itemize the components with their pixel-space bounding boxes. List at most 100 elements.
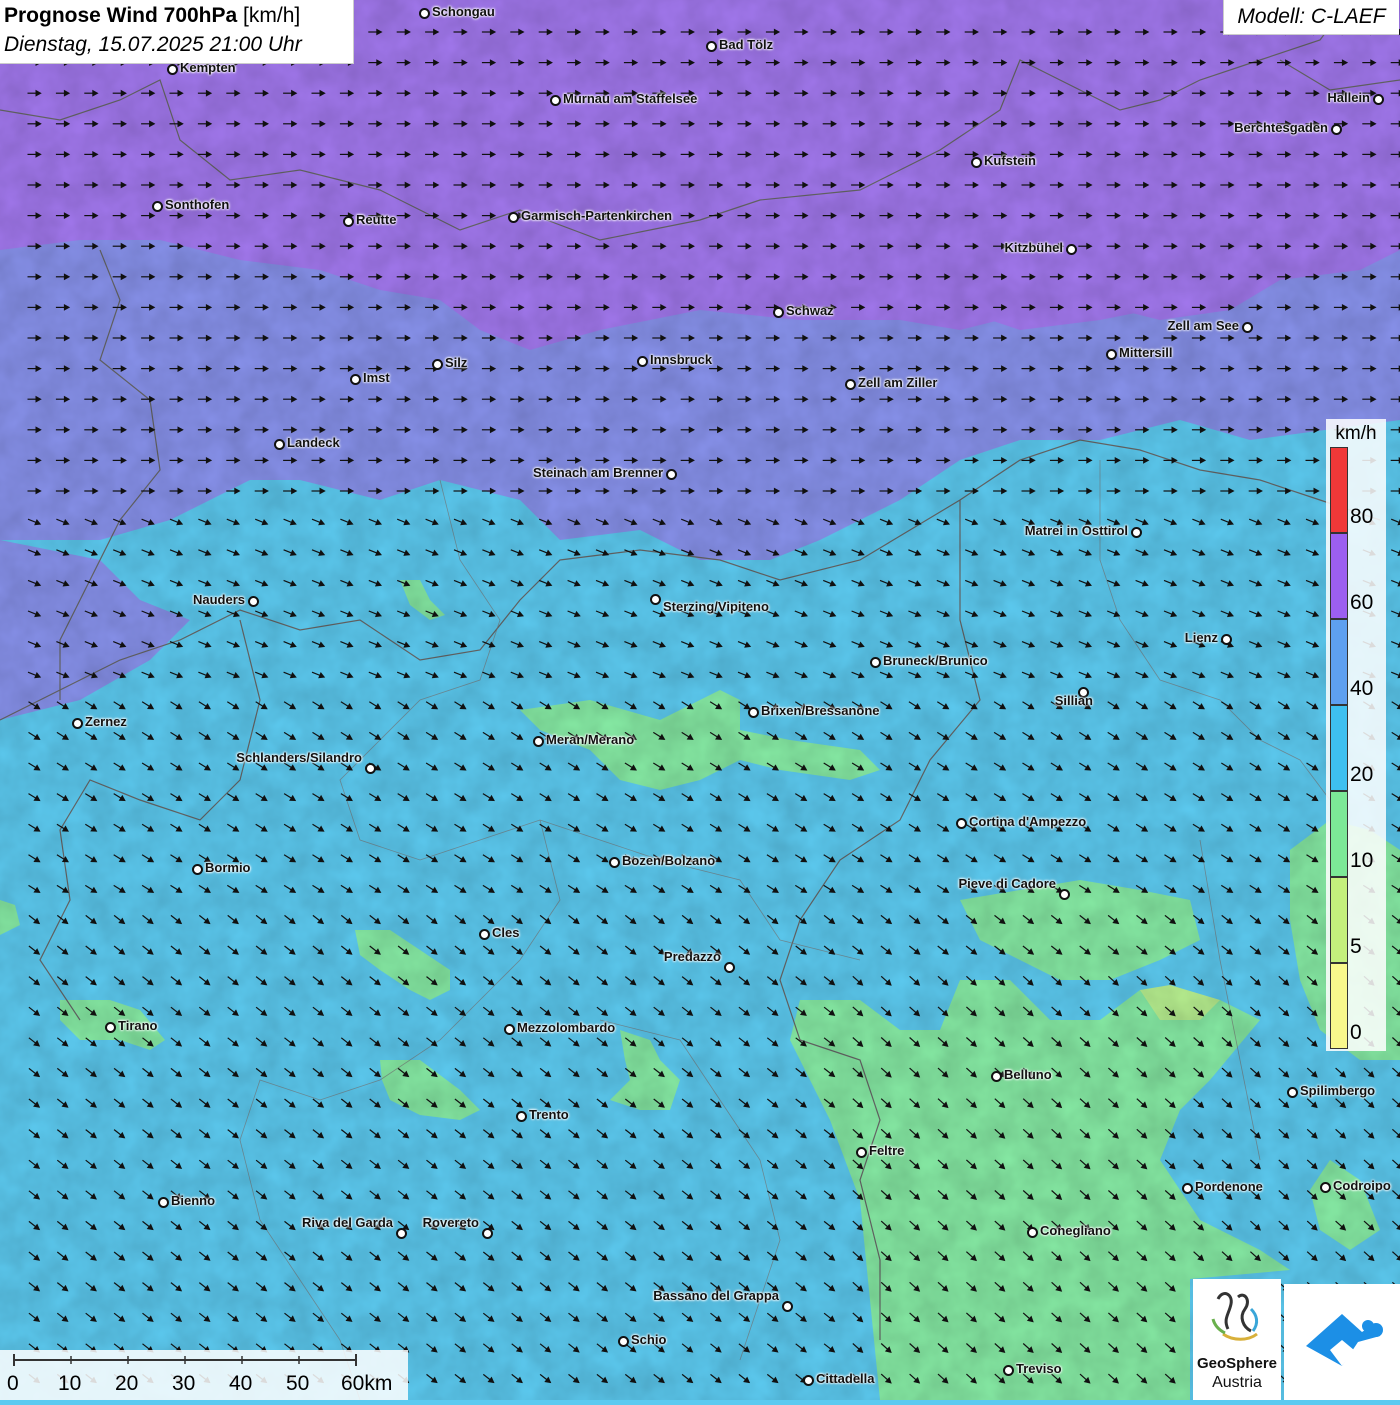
city-dot-icon <box>724 962 735 973</box>
mountain-cloud-icon <box>1284 1284 1400 1400</box>
city-dot-icon <box>782 1301 793 1312</box>
city-label: Pordenone <box>1195 1179 1263 1195</box>
scale-label: 0 <box>7 1372 19 1396</box>
city-label: Trento <box>529 1107 569 1123</box>
city-label: Brixen/Bressanone <box>761 703 880 719</box>
city-label: Meran/Merano <box>546 732 634 748</box>
city-label: Schlanders/Silandro <box>236 750 362 766</box>
city-label: Zell am Ziller <box>858 375 937 391</box>
scale-label: 20 <box>115 1372 138 1396</box>
legend-tick-label: 40 <box>1350 677 1373 701</box>
city-dot-icon <box>870 657 881 668</box>
title-box: Prognose Wind 700hPa [km/h] Dienstag, 15… <box>0 0 354 64</box>
city-label: Silz <box>445 355 467 371</box>
city-label: Nauders <box>193 592 245 608</box>
city-label: Tirano <box>118 1018 158 1034</box>
city-dot-icon <box>991 1071 1002 1082</box>
city-dot-icon <box>1242 322 1253 333</box>
legend-tick-label: 0 <box>1350 1021 1362 1045</box>
legend-tick-label: 60 <box>1350 591 1373 615</box>
city-dot-icon <box>167 64 178 75</box>
city-dot-icon <box>971 157 982 168</box>
city-dot-icon <box>748 707 759 718</box>
city-label: Landeck <box>287 435 340 451</box>
city-label: Kitzbühel <box>1005 240 1064 256</box>
city-label: Riva del Garda <box>302 1215 393 1231</box>
geosphere-name: GeoSphere <box>1193 1355 1281 1372</box>
city-label: Innsbruck <box>650 352 712 368</box>
city-dot-icon <box>72 718 83 729</box>
scale-label: 60km <box>341 1372 392 1396</box>
city-dot-icon <box>666 469 677 480</box>
legend-color-bar <box>1330 533 1348 619</box>
city-dot-icon <box>1003 1365 1014 1376</box>
city-label: Mittersill <box>1119 345 1172 361</box>
city-label: Garmisch-Partenkirchen <box>521 208 672 224</box>
legend-color-bar <box>1330 963 1348 1049</box>
city-dot-icon <box>803 1375 814 1386</box>
legend-tick-label: 10 <box>1350 849 1373 873</box>
city-label: Codroipo <box>1333 1178 1391 1194</box>
city-dot-icon <box>773 307 784 318</box>
city-dot-icon <box>618 1336 629 1347</box>
city-dot-icon <box>1221 634 1232 645</box>
city-label: Belluno <box>1004 1067 1052 1083</box>
scale-bar: 0 10 20 30 40 50 60km <box>0 1350 408 1400</box>
legend-unit: km/h <box>1326 423 1386 445</box>
city-dot-icon <box>152 201 163 212</box>
city-dot-icon <box>856 1147 867 1158</box>
city-label: Schio <box>631 1332 666 1348</box>
city-label: Bruneck/Brunico <box>883 653 988 669</box>
scale-label: 50 <box>286 1372 309 1396</box>
city-dot-icon <box>1106 349 1117 360</box>
city-dot-icon <box>637 356 648 367</box>
city-dot-icon <box>1131 527 1142 538</box>
city-dot-icon <box>274 439 285 450</box>
city-label: Cortina d'Ampezzo <box>969 814 1086 830</box>
scale-label: 10 <box>58 1372 81 1396</box>
legend-tick-label: 20 <box>1350 763 1373 787</box>
city-label: Reutte <box>356 212 396 228</box>
city-label: Pieve di Cadore <box>958 876 1056 892</box>
city-label: Matrei in Osttirol <box>1025 523 1128 539</box>
color-legend: km/h 806040201050 <box>1326 419 1386 1051</box>
geosphere-country: Austria <box>1193 1374 1281 1392</box>
city-label: Bozen/Bolzano <box>622 853 715 869</box>
city-label: Sillian <box>1055 693 1093 709</box>
map-title: Prognose Wind 700hPa [km/h] <box>4 4 300 28</box>
legend-color-bar <box>1330 619 1348 705</box>
city-dot-icon <box>550 95 561 106</box>
city-label: Berchtesgaden <box>1234 120 1328 136</box>
legend-color-bar <box>1330 705 1348 791</box>
city-label: Sonthofen <box>165 197 229 213</box>
city-dot-icon <box>105 1022 116 1033</box>
legend-tick-label: 80 <box>1350 505 1373 529</box>
geosphere-logo[interactable]: GeoSphere Austria <box>1193 1279 1281 1400</box>
city-label: Bassano del Grappa <box>653 1288 779 1304</box>
city-label: Imst <box>363 370 390 386</box>
city-label: Schwaz <box>786 303 834 319</box>
city-dot-icon <box>516 1111 527 1122</box>
city-label: Spilimbergo <box>1300 1083 1375 1099</box>
city-dot-icon <box>1287 1087 1298 1098</box>
city-label: Conegliano <box>1040 1223 1111 1239</box>
city-dot-icon <box>158 1197 169 1208</box>
partner-logo[interactable] <box>1284 1284 1400 1400</box>
city-dot-icon <box>1059 889 1070 900</box>
legend-color-bar <box>1330 447 1348 533</box>
legend-color-bar <box>1330 791 1348 877</box>
model-label: Modell: C-LAEF <box>1223 0 1399 35</box>
city-dot-icon <box>609 857 620 868</box>
city-dot-icon <box>419 8 430 19</box>
city-label: Steinach am Brenner <box>533 465 663 481</box>
city-dot-icon <box>432 359 443 370</box>
city-dot-icon <box>1320 1182 1331 1193</box>
city-label: Feltre <box>869 1143 904 1159</box>
city-label: Treviso <box>1016 1361 1062 1377</box>
legend-color-bar <box>1330 877 1348 963</box>
scale-label: 30 <box>172 1372 195 1396</box>
city-dot-icon <box>1182 1183 1193 1194</box>
scale-label: 40 <box>229 1372 252 1396</box>
city-dot-icon <box>1331 124 1342 135</box>
city-dot-icon <box>248 596 259 607</box>
